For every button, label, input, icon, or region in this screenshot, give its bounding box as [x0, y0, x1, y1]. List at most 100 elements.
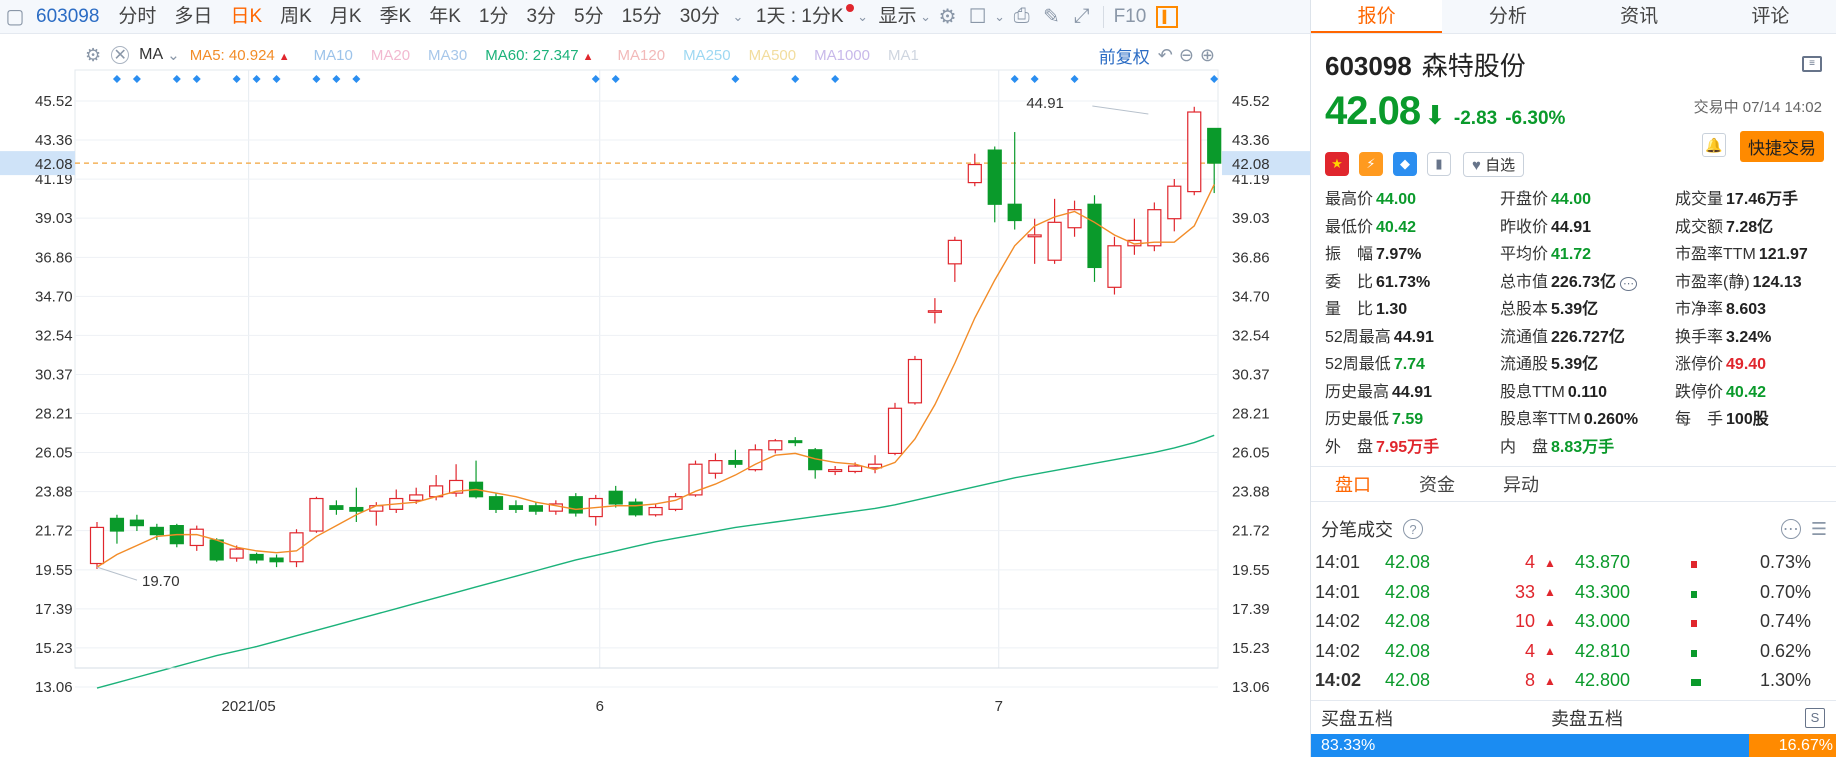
price-change: -2.83 [1453, 108, 1498, 129]
period-tab[interactable]: 日K [221, 0, 271, 34]
add-watchlist-button[interactable]: ♥ 自选 [1463, 151, 1525, 177]
y-tick-label-right: 32.54 [1232, 327, 1270, 344]
period-tab[interactable]: 15分 [613, 0, 671, 34]
candlestick-chart[interactable]: 45.52 45.5243.36 43.3641.19 41.1939.03 39.03… [0, 34, 1310, 757]
tab-alerts[interactable]: 异动 [1479, 467, 1563, 501]
chevron-down-icon[interactable]: ⌄ [919, 2, 933, 32]
quote-label: 涨停价 [1675, 356, 1724, 373]
panel-toggle-icon[interactable]: ▍ [1156, 5, 1179, 28]
period-tab[interactable]: 5分 [565, 0, 613, 34]
quote-cell: 历史最低 7.59 [1325, 406, 1500, 434]
tab-order-book[interactable]: 盘口 [1311, 467, 1395, 501]
stock-code-label[interactable]: 603098 [30, 6, 109, 28]
bell-icon[interactable]: 🔔 [1702, 133, 1726, 157]
current-price-label-right: 42.08 [1232, 156, 1270, 173]
display-menu-button[interactable]: 显示 [870, 0, 919, 34]
notification-dot-icon [845, 3, 854, 12]
pen-icon[interactable]: ✎ [1037, 2, 1067, 32]
trade-row: 14:01 42.08 4 ▲ 43.870 0.73% [1311, 548, 1836, 578]
settings-gear-icon[interactable]: ⚙ [933, 2, 963, 32]
period-tab[interactable]: 30分 [671, 0, 729, 34]
more-icon[interactable]: ⋯ [1780, 519, 1801, 539]
trade-time: 14:02 [1315, 611, 1361, 632]
sell-five-label: 卖盘五档 [1551, 708, 1623, 729]
quote-value: 44.91 [1392, 383, 1433, 401]
candle-body [129, 519, 144, 527]
fullscreen-icon[interactable]: ⤢ [1067, 2, 1097, 32]
quote-label: 量 比 [1325, 301, 1374, 318]
period-tab[interactable]: 1分 [470, 0, 518, 34]
candle-body [1207, 127, 1222, 164]
collapse-panel-icon[interactable]: ≡ [1802, 56, 1822, 72]
trades-header: 分笔成交 ? ⋯ ☰ [1311, 510, 1836, 548]
candle-body [1167, 185, 1182, 220]
interval-select[interactable]: 1天 : 1分K [747, 0, 846, 34]
more-icon[interactable]: ⋯ [1619, 276, 1637, 291]
period-tab[interactable]: 周K [271, 0, 321, 34]
quote-cell: 股息率TTM 0.260% [1500, 406, 1675, 434]
y-tick-label-right: 43.36 [1232, 132, 1270, 149]
period-tab[interactable]: 季K [371, 0, 421, 34]
toolbar-divider [1102, 5, 1104, 28]
level-price: 42.800 [1575, 670, 1631, 691]
tab-quote[interactable]: 报价 [1311, 0, 1443, 33]
quote-cell: 历史最高 44.91 [1325, 379, 1500, 407]
quote-value: 49.40 [1726, 356, 1767, 373]
draw-box-icon[interactable]: ☐ [963, 2, 993, 32]
tab-analysis[interactable]: 分析 [1442, 0, 1573, 33]
buy-sell-ratio-bar: 83.33% 16.67% [1311, 734, 1836, 757]
lightning-icon[interactable]: ⚡ [1359, 152, 1383, 176]
quote-value: 7.74 [1393, 356, 1425, 373]
candle-body [987, 149, 1002, 205]
period-tab[interactable]: 月K [321, 0, 371, 34]
candle-body [309, 497, 324, 532]
period-tab[interactable]: 年K [420, 0, 470, 34]
chevron-down-icon[interactable]: ⌄ [993, 2, 1007, 32]
panel-tabs: 报价 分析 资讯 评论 [1311, 0, 1836, 34]
chevron-down-icon[interactable]: ⌄ [856, 2, 870, 32]
quote-cell: 市盈率(静) 124.13 [1675, 269, 1822, 297]
quote-label: 52周最低 [1325, 356, 1391, 373]
quick-trade-button[interactable]: 快捷交易 [1740, 131, 1824, 162]
quote-value: 8.603 [1726, 301, 1767, 318]
camera-icon[interactable]: ⎙ [1007, 2, 1037, 32]
period-tab[interactable]: 多日 [165, 0, 221, 34]
tag-icon[interactable]: ◆ [1393, 152, 1417, 176]
help-icon[interactable]: ? [1403, 519, 1423, 539]
y-tick-label-left: 30.37 [35, 367, 73, 384]
bookmark-icon[interactable]: ▮ [1427, 152, 1451, 176]
quote-value: 1.30 [1376, 301, 1408, 318]
quote-cell: 振 幅 7.97% [1325, 241, 1500, 269]
quote-value: 44.91 [1393, 328, 1434, 346]
period-tab[interactable]: 分时 [109, 0, 165, 34]
sidebar-toggle-icon[interactable]: ▢ [0, 2, 30, 32]
list-icon[interactable]: ☰ [1811, 519, 1827, 540]
up-arrow-icon: ▲ [1544, 614, 1556, 629]
quote-label: 成交额 [1675, 218, 1724, 236]
chevron-down-icon[interactable]: ⌄ [729, 2, 747, 32]
candle-body [708, 460, 723, 474]
stock-app: ▢ 603098 分时 多日 日K 周K 月K 季K 年K 1分 3分 5分 15分 30分 ⌄ 1天… [0, 0, 1836, 757]
quote-value: 40.42 [1376, 218, 1417, 236]
tab-news[interactable]: 资讯 [1574, 0, 1705, 33]
period-tabs: 分时 多日 日K 周K 月K 季K 年K 1分 3分 5分 15分 30分 [109, 0, 728, 34]
candle-body [1107, 245, 1122, 288]
x-tick-label: 6 [596, 698, 604, 715]
quote-label: 市盈率(静) [1675, 273, 1750, 291]
quote-grid: 最高价 44.00 开盘价 44.00 成交量 17.46万手 最低价 40.42 昨收价 44.… [1311, 184, 1836, 461]
s-icon[interactable]: S [1805, 707, 1825, 728]
quote-label: 委 比 [1325, 273, 1374, 291]
candle-body [768, 440, 783, 451]
quote-label: 开盘价 [1500, 191, 1549, 208]
trade-price: 42.08 [1385, 581, 1431, 602]
quote-cell: 内 盘 8.83万手 [1500, 434, 1675, 462]
f10-button[interactable]: F10 [1110, 0, 1151, 34]
period-tab[interactable]: 3分 [517, 0, 565, 34]
tab-comments[interactable]: 评论 [1705, 0, 1836, 33]
order-book-header: 买盘五档 卖盘五档 S [1311, 700, 1836, 734]
y-tick-label-right: 23.88 [1232, 484, 1270, 501]
quote-label: 平均价 [1500, 246, 1549, 263]
candle-body [967, 163, 982, 184]
tab-funds[interactable]: 资金 [1395, 467, 1479, 501]
candle-body [788, 440, 803, 444]
